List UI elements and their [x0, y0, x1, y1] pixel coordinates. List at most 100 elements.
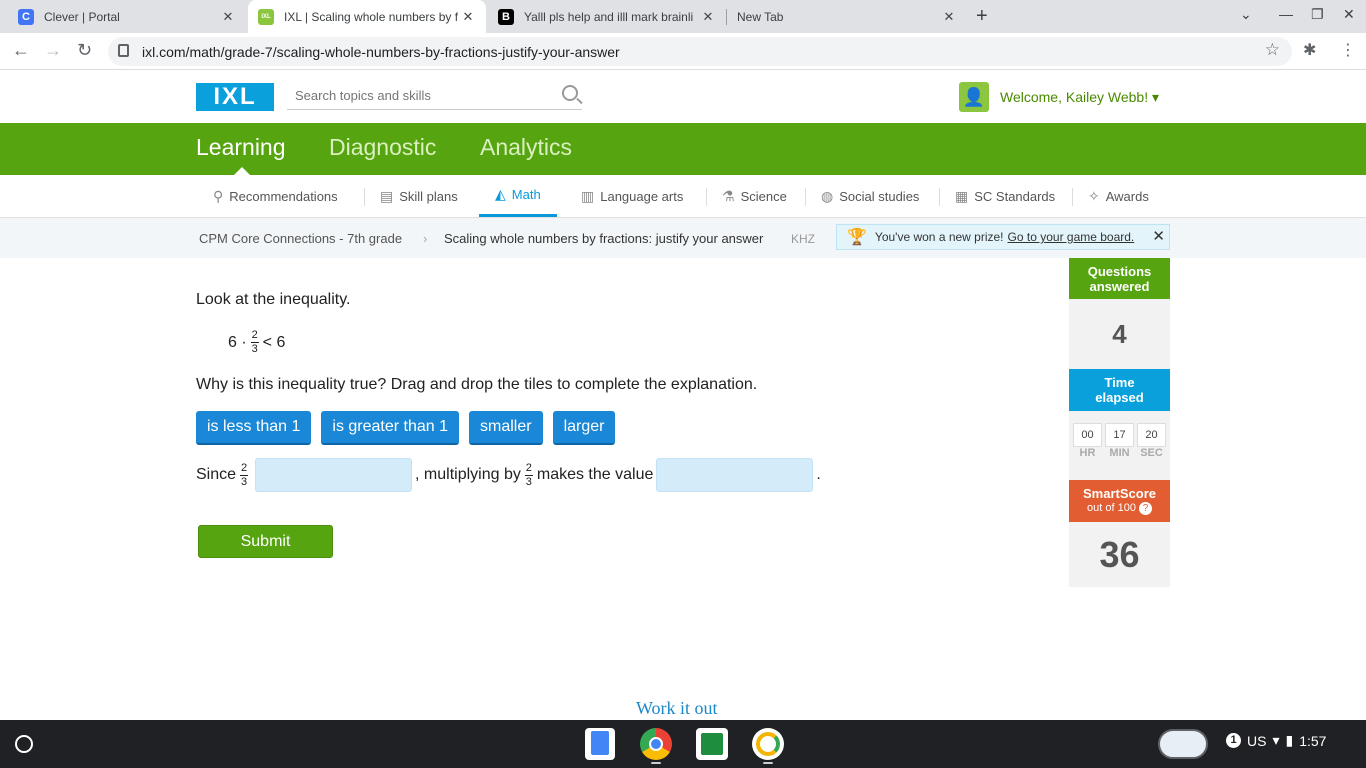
ixl-logo[interactable]: IXL	[196, 83, 274, 111]
help-question-icon[interactable]: ?	[1138, 502, 1152, 515]
close-tab-icon[interactable]: ✕	[698, 9, 718, 25]
back-arrow-icon[interactable]: ←	[12, 40, 30, 61]
close-tab-icon[interactable]: ✕	[458, 9, 478, 25]
clever-favicon-icon: C	[18, 8, 34, 25]
tab-brainly[interactable]: B Yalll pls help and illl mark brainli ✕	[486, 0, 726, 33]
url-text: ixl.com/math/grade-7/scaling-whole-numbe…	[142, 44, 620, 60]
search-input[interactable]	[287, 82, 547, 108]
stats-panel: Questions answered 4 Time elapsed 00 HR 17 M…	[1069, 258, 1170, 587]
subnav-science[interactable]: ⚗ Science	[722, 175, 787, 217]
breadcrumb-course[interactable]: CPM Core Connections - 7th grade	[199, 231, 402, 246]
tote-holding-space-icon[interactable]	[1158, 729, 1208, 759]
subnav-skill-plans[interactable]: ▤ Skill plans	[380, 175, 458, 217]
minimize-icon[interactable]: —	[1279, 6, 1293, 22]
tab-title: New Tab	[737, 9, 784, 24]
nav-diagnostic[interactable]: Diagnostic	[329, 134, 436, 161]
math-icon: ◭	[495, 186, 506, 202]
subnav-language-arts[interactable]: ▥ Language arts	[581, 175, 683, 217]
new-tab-plus-icon[interactable]: +	[976, 5, 988, 28]
google-docs-icon[interactable]	[585, 728, 615, 760]
submit-button[interactable]: Submit	[198, 525, 333, 558]
time-elapsed-label: Time elapsed	[1069, 369, 1170, 411]
screencast-icon[interactable]	[752, 728, 784, 760]
breadcrumb: CPM Core Connections - 7th grade › Scali…	[0, 218, 1366, 258]
active-nav-caret	[234, 167, 250, 175]
timer-hours: 00	[1073, 423, 1102, 447]
subnav-recommendations[interactable]: ⚲ Recommendations	[213, 175, 338, 217]
reload-icon[interactable]: ↻	[77, 40, 92, 61]
menu-kebab-icon[interactable]: ⋮	[1340, 40, 1356, 60]
tile-greater-than-1[interactable]: is greater than 1	[321, 411, 460, 445]
nav-analytics[interactable]: Analytics	[480, 134, 572, 161]
question-prompt: Look at the inequality.	[196, 291, 351, 308]
explanation-sentence: Since 23 , multiplying by 23 makes the v…	[196, 458, 821, 492]
address-bar[interactable]: ixl.com/math/grade-7/scaling-whole-numbe…	[108, 37, 1292, 66]
fraction: 23	[250, 329, 259, 355]
welcome-menu[interactable]: Welcome, Kailey Webb! ▾	[1000, 89, 1159, 106]
search-icon[interactable]	[562, 85, 578, 101]
battery-icon: ▮	[1285, 732, 1294, 748]
tab-title: Yalll pls help and illl mark brainli	[524, 9, 694, 24]
drop-zone-2[interactable]	[656, 458, 814, 492]
timer-minutes: 17	[1105, 423, 1134, 447]
search-box	[287, 82, 582, 110]
main-nav: Learning Diagnostic Analytics	[0, 123, 1366, 175]
status-tray[interactable]: 1 US ▾ ▮ 1:57	[1226, 732, 1326, 749]
tile-larger[interactable]: larger	[552, 411, 616, 445]
tile-smaller[interactable]: smaller	[469, 411, 543, 445]
subnav-social-studies[interactable]: ◍ Social studies	[821, 175, 919, 217]
skill-plans-icon: ▤	[380, 187, 394, 204]
close-icon[interactable]: ✕	[1152, 227, 1165, 245]
drop-zone-1[interactable]	[255, 458, 413, 492]
game-board-link[interactable]: Go to your game board.	[1008, 230, 1135, 244]
classroom-icon[interactable]	[696, 728, 728, 760]
browser-toolbar: ← → ↻ ixl.com/math/grade-7/scaling-whole…	[0, 33, 1366, 70]
tab-new-tab[interactable]: New Tab ✕	[727, 0, 967, 33]
question-instruction: Why is this inequality true? Drag and dr…	[196, 376, 758, 393]
ixl-header: IXL 👤 Welcome, Kailey Webb! ▾	[0, 70, 1366, 123]
launcher-icon[interactable]	[15, 735, 33, 753]
chevron-down-icon: ▾	[1152, 89, 1160, 105]
tab-ixl[interactable]: IXL IXL | Scaling whole numbers by f ✕	[248, 0, 486, 33]
close-tab-icon[interactable]: ✕	[939, 9, 959, 25]
chrome-icon[interactable]	[640, 728, 672, 760]
avatar[interactable]: 👤	[959, 82, 989, 112]
browser-tab-strip: C Clever | Portal ✕ IXL IXL | Scaling wh…	[0, 0, 1366, 33]
prize-text: You've won a new prize!	[874, 230, 1004, 244]
tab-title: Clever | Portal	[44, 9, 120, 24]
trophy-icon: 🏆	[847, 229, 867, 246]
sub-nav: ⚲ Recommendations ▤ Skill plans ◭ Math ▥ Lan…	[0, 175, 1366, 218]
extensions-puzzle-icon[interactable]: ✱	[1303, 40, 1316, 60]
book-icon: ▥	[581, 187, 595, 204]
timer-seconds: 20	[1137, 423, 1166, 447]
locale: US	[1247, 732, 1267, 749]
tile-bank: is less than 1 is greater than 1 smaller…	[196, 411, 616, 445]
tab-search-icon[interactable]: ⌄	[1240, 6, 1252, 23]
system-shelf: 1 US ▾ ▮ 1:57	[0, 720, 1366, 768]
welcome-text: Welcome, Kailey Webb!	[1000, 89, 1149, 105]
fraction: 23	[524, 461, 533, 488]
work-it-out-link[interactable]: Work it out	[636, 698, 718, 719]
questions-answered-label: Questions answered	[1069, 258, 1170, 299]
subnav-sc-standards[interactable]: ▦ SC Standards	[955, 175, 1055, 217]
tile-less-than-1[interactable]: is less than 1	[196, 411, 312, 445]
notification-count: 1	[1226, 733, 1241, 748]
globe-icon: ◍	[821, 187, 834, 204]
maximize-icon[interactable]: ❐	[1311, 6, 1324, 23]
brainly-favicon-icon: B	[498, 8, 514, 25]
flask-icon: ⚗	[722, 187, 735, 204]
subnav-math[interactable]: ◭ Math	[479, 175, 557, 217]
site-info-icon[interactable]	[118, 44, 129, 57]
close-tab-icon[interactable]: ✕	[218, 9, 238, 25]
subnav-awards[interactable]: ✧ Awards	[1088, 175, 1149, 217]
forward-arrow-icon[interactable]: →	[44, 40, 62, 61]
awards-icon: ✧	[1088, 187, 1100, 204]
bookmark-star-icon[interactable]: ☆	[1265, 40, 1280, 60]
ixl-favicon-icon: IXL	[258, 8, 274, 25]
questions-answered-value: 4	[1069, 299, 1170, 369]
standards-icon: ▦	[955, 187, 969, 204]
tab-clever[interactable]: C Clever | Portal ✕	[0, 0, 246, 33]
nav-learning[interactable]: Learning	[196, 134, 286, 161]
fraction: 23	[240, 461, 249, 488]
close-window-icon[interactable]: ✕	[1343, 6, 1355, 23]
